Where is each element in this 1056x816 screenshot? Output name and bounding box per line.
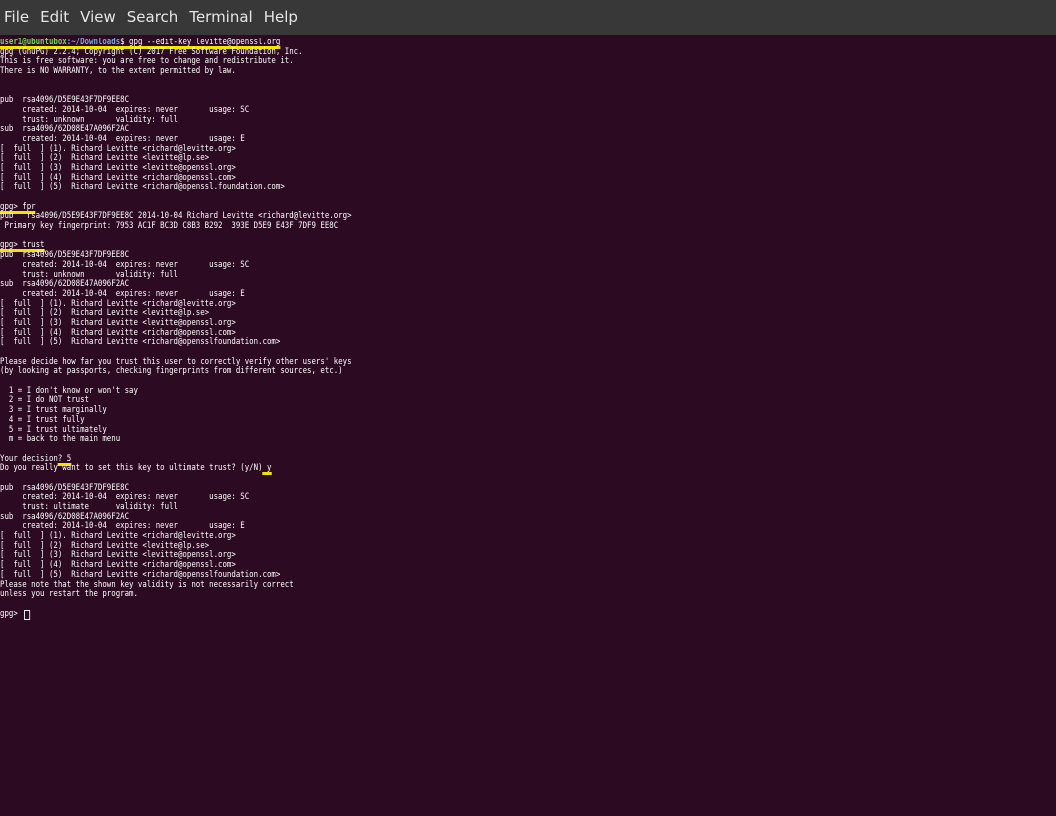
output-line: unless you restart the program. — [0, 589, 138, 600]
menu-view[interactable]: View — [75, 0, 121, 35]
terminal-window: File Edit View Search Terminal Help user… — [0, 0, 1056, 816]
output-line: 2 = I do NOT trust — [0, 395, 89, 406]
output-line: trust: ultimate validity: full — [0, 502, 178, 512]
confirm-prompt: Do you really want to set this key to ul… — [0, 463, 263, 474]
gpg-prompt: gpg> — [0, 608, 23, 619]
menu-bar: File Edit View Search Terminal Help — [0, 0, 1056, 35]
gpg-input-line[interactable]: gpg> — [0, 608, 901, 620]
output-line: 3 = I trust marginally — [0, 405, 107, 416]
output-line: trust: unknown validity: full — [0, 269, 178, 280]
prompt-symbol: $ — [120, 38, 130, 47]
scrollbar[interactable] — [1048, 35, 1056, 816]
menu-terminal[interactable]: Terminal — [184, 0, 257, 35]
output-line: [ full ] (5) Richard Levitte <richard@op… — [0, 337, 281, 348]
confirm-line: Do you really want to set this key to ul… — [0, 463, 901, 476]
prompt-path: :~/Downloads — [66, 38, 121, 47]
gpg-command: trust — [22, 240, 45, 251]
prompt-user-host: user1@ubuntubox — [0, 38, 67, 47]
text-cursor — [23, 609, 30, 620]
gpg-prompt: gpg> — [0, 201, 23, 212]
terminal-output[interactable]: user1@ubuntubox:~/Downloads$ gpg --edit-… — [0, 38, 1048, 816]
menu-file[interactable]: File — [0, 0, 34, 35]
menu-search[interactable]: Search — [122, 0, 184, 35]
output-line: [ full ] (5) Richard Levitte <richard@op… — [0, 182, 285, 193]
output-line: 5 = I trust ultimately — [0, 424, 107, 435]
menu-help[interactable]: Help — [259, 0, 303, 35]
decision-prompt: Your decision — [0, 453, 58, 464]
output-line: trust: unknown validity: full — [0, 114, 178, 125]
output-line: m = back to the main menu — [0, 434, 121, 445]
command-text: gpg --edit-key levitte@openssl.org — [129, 38, 281, 47]
output-line: 1 = I don't know or won't say — [0, 385, 138, 396]
output-line: 4 = I trust fully — [0, 414, 85, 425]
gpg-command: fpr — [22, 201, 36, 212]
gpg-prompt: gpg> — [0, 240, 23, 251]
output-line: Primary key fingerprint: 7953 AC1F BC3D … — [0, 221, 339, 232]
output-line: There is NO WARRANTY, to the extent perm… — [0, 66, 236, 77]
gpg-prompt-line: gpg> trust — [0, 240, 901, 253]
output-line: (by looking at passports, checking finge… — [0, 366, 343, 377]
menu-edit[interactable]: Edit — [35, 0, 74, 35]
